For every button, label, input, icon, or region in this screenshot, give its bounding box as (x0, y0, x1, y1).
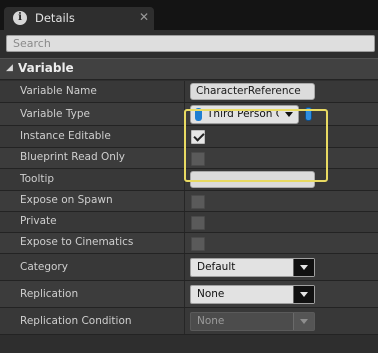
column-divider[interactable] (184, 81, 185, 102)
column-divider[interactable] (184, 308, 185, 334)
property-row-expose-to-cinematics: Expose to Cinematics (0, 233, 378, 254)
column-divider[interactable] (184, 212, 185, 232)
property-row-blueprint-read-only: Blueprint Read Only (0, 148, 378, 169)
property-label: Expose on Spawn (20, 194, 113, 206)
private-checkbox[interactable] (191, 216, 205, 230)
panel-footer (0, 341, 378, 353)
expose-to-cinematics-checkbox[interactable] (191, 237, 205, 251)
property-row-tooltip: Tooltip (0, 169, 378, 191)
column-divider[interactable] (184, 254, 185, 280)
property-label: Instance Editable (20, 130, 111, 142)
variable-type-selector[interactable]: Third Person Ch (190, 105, 299, 124)
category-value: Default (197, 261, 236, 273)
property-label: Variable Type (20, 108, 90, 120)
replication-value: None (197, 288, 225, 300)
category-header-variable[interactable]: ◢ Variable (0, 58, 378, 80)
property-label: Tooltip (20, 173, 55, 185)
column-divider[interactable] (184, 281, 185, 307)
chevron-down-icon (293, 313, 314, 330)
chevron-down-icon[interactable] (281, 106, 298, 123)
single-variable-icon[interactable] (305, 107, 312, 121)
replication-condition-value: None (197, 315, 225, 327)
property-label: Private (20, 215, 57, 227)
variable-name-field[interactable]: CharacterReference (190, 83, 315, 100)
replication-condition-dropdown: None (190, 312, 315, 331)
property-row-private: Private (0, 212, 378, 233)
property-row-instance-editable: Instance Editable (0, 126, 378, 148)
property-row-variable-type: Variable Type Third Person Ch (0, 103, 378, 126)
chevron-down-icon[interactable] (293, 286, 314, 303)
chevron-down-icon[interactable] (293, 259, 314, 276)
column-divider[interactable] (184, 148, 185, 168)
object-reference-pin-icon (195, 108, 202, 121)
tab-title: Details (35, 11, 75, 25)
tab-bar: i Details ✕ (0, 0, 378, 30)
expose-on-spawn-checkbox[interactable] (191, 195, 205, 209)
property-row-variable-name: Variable Name CharacterReference (0, 81, 378, 103)
category-title: Variable (18, 61, 74, 75)
tooltip-field[interactable] (190, 171, 315, 188)
property-grid: Variable Name CharacterReference Variabl… (0, 81, 378, 341)
property-row-category: Category Default (0, 254, 378, 281)
property-label: Replication Condition (20, 315, 132, 327)
blueprint-read-only-checkbox[interactable] (191, 152, 205, 166)
property-label: Blueprint Read Only (20, 151, 126, 163)
property-row-replication-condition: Replication Condition None (0, 308, 378, 335)
info-icon: i (13, 11, 27, 25)
property-label: Replication (20, 288, 79, 300)
column-divider[interactable] (184, 191, 185, 211)
close-icon[interactable]: ✕ (139, 10, 149, 24)
property-row-expose-on-spawn: Expose on Spawn (0, 191, 378, 212)
variable-type-value: Third Person Ch (207, 108, 279, 120)
property-row-replication: Replication None (0, 281, 378, 308)
instance-editable-checkbox[interactable] (191, 130, 205, 144)
replication-dropdown[interactable]: None (190, 285, 315, 304)
tab-details[interactable]: i Details ✕ (4, 7, 154, 30)
property-label: Category (20, 261, 68, 273)
property-label: Variable Name (20, 85, 97, 97)
column-divider[interactable] (184, 126, 185, 147)
details-panel: ◢ Variable Variable Name CharacterRefere… (0, 30, 378, 353)
category-dropdown[interactable]: Default (190, 258, 315, 277)
column-divider[interactable] (184, 169, 185, 190)
column-divider[interactable] (184, 233, 185, 253)
column-divider[interactable] (184, 103, 185, 125)
search-input[interactable] (6, 35, 375, 52)
property-label: Expose to Cinematics (20, 236, 134, 248)
collapse-arrow-icon[interactable]: ◢ (6, 63, 13, 73)
